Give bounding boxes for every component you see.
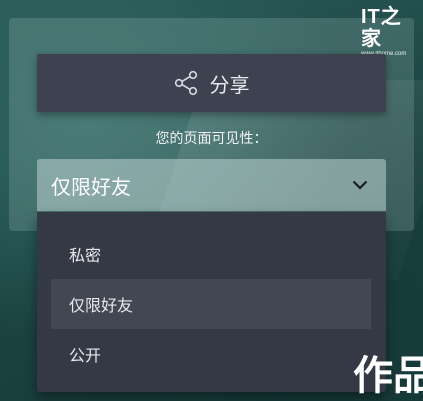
- background-text: 作品: [353, 353, 423, 399]
- option-friends-only[interactable]: 仅限好友: [51, 279, 371, 329]
- chevron-down-icon: [352, 180, 368, 190]
- visibility-select[interactable]: 仅限好友: [37, 159, 386, 211]
- visibility-label: 您的页面可见性：: [155, 131, 268, 147]
- share-button-label: 分享: [209, 72, 250, 97]
- option-private[interactable]: 私密: [51, 229, 371, 279]
- share-button[interactable]: 分享: [37, 54, 386, 112]
- option-public[interactable]: 公开: [51, 329, 371, 379]
- watermark-mark: IT之家: [361, 6, 402, 50]
- share-icon: [174, 70, 197, 96]
- visibility-select-value: 仅限好友: [51, 174, 131, 199]
- option-label: 私密: [69, 246, 102, 265]
- visibility-dropdown: 私密 仅限好友 公开: [37, 212, 386, 392]
- option-label: 仅限好友: [69, 296, 134, 315]
- watermark-logo: IT之家 www.ithome.com: [361, 6, 413, 57]
- option-label: 公开: [69, 346, 102, 365]
